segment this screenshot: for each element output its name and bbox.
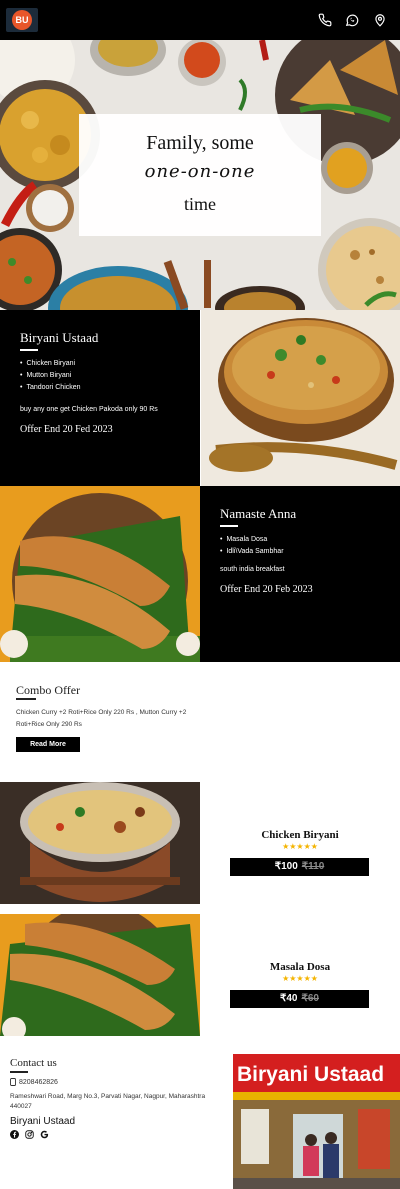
offer-biryani-ustaad: Biryani Ustaad Chicken Biryani Mutton Bi… bbox=[0, 310, 200, 486]
hero-line-2: one-on-one bbox=[144, 161, 256, 182]
hero-tagline-card: Family, some one-on-one time bbox=[79, 114, 321, 236]
phone-row[interactable]: 8208462826 bbox=[10, 1078, 58, 1086]
storefront-photo: Biryani Ustaad bbox=[233, 1054, 400, 1189]
list-item: Tandoori Chicken bbox=[20, 382, 80, 394]
instagram-icon[interactable] bbox=[25, 1130, 34, 1139]
brand-name: Biryani Ustaad bbox=[10, 1116, 76, 1127]
combo-description: Chicken Curry +2 Roti+Rice Only 220 Rs ,… bbox=[16, 709, 187, 728]
offer-divider bbox=[20, 349, 38, 351]
phone-icon[interactable] bbox=[318, 13, 332, 27]
logo[interactable]: BU bbox=[6, 8, 38, 32]
phone-number[interactable]: 8208462826 bbox=[19, 1079, 58, 1086]
old-price: ₹60 bbox=[301, 993, 320, 1004]
price-bar: ₹100 ₹110 bbox=[230, 858, 369, 876]
facebook-icon[interactable] bbox=[10, 1130, 19, 1139]
contact-divider bbox=[10, 1071, 28, 1073]
product-name: Chicken Biryani bbox=[261, 829, 339, 841]
offer-item-list: Masala Dosa Idli\Vada Sambhar bbox=[220, 534, 284, 558]
offer-title: Biryani Ustaad bbox=[20, 330, 99, 345]
read-more-button[interactable]: Read More bbox=[16, 737, 80, 752]
offer-item-list: Chicken Biryani Mutton Biryani Tandoori … bbox=[20, 358, 81, 394]
offer-title: Namaste Anna bbox=[220, 506, 297, 521]
combo-title: Combo Offer bbox=[16, 683, 81, 697]
rating-stars: ★★★★★ bbox=[282, 974, 318, 983]
logo-mark: BU bbox=[12, 10, 32, 30]
offer-divider bbox=[220, 525, 238, 527]
price: ₹100 bbox=[274, 861, 298, 872]
contact-title: Contact us bbox=[10, 1057, 57, 1069]
hero-line-1: Family, some bbox=[146, 132, 254, 154]
offer-namaste-anna: Namaste Anna Masala Dosa Idli\Vada Sambh… bbox=[200, 486, 400, 662]
list-item: Idli\Vada Sambhar bbox=[220, 546, 283, 558]
offer-description: buy any one get Chicken Pakoda only 90 R… bbox=[20, 406, 158, 413]
list-item: Chicken Biryani bbox=[20, 358, 81, 370]
mobile-icon bbox=[10, 1078, 16, 1086]
price: ₹40 bbox=[280, 993, 298, 1004]
offer-end-date: Offer End 20 Feb 2023 bbox=[220, 584, 313, 595]
combo-divider bbox=[16, 698, 36, 700]
google-icon[interactable] bbox=[40, 1130, 49, 1139]
list-item: Masala Dosa bbox=[220, 534, 284, 546]
biryani-photo bbox=[201, 310, 400, 486]
social-links bbox=[10, 1130, 49, 1139]
dosa-photo bbox=[0, 486, 200, 662]
list-item: Mutton Biryani bbox=[20, 370, 81, 382]
masala-dosa-photo[interactable] bbox=[0, 914, 200, 1036]
hero-line-3: time bbox=[184, 194, 216, 214]
whatsapp-icon[interactable] bbox=[345, 13, 359, 27]
price-bar: ₹40 ₹60 bbox=[230, 990, 369, 1008]
hero-banner: Family, some one-on-one time bbox=[0, 40, 400, 310]
old-price: ₹110 bbox=[301, 861, 325, 872]
rating-stars: ★★★★★ bbox=[282, 842, 318, 851]
storefront-sign: Biryani Ustaad bbox=[237, 1063, 384, 1086]
chicken-biryani-photo[interactable] bbox=[0, 782, 200, 904]
location-pin-icon[interactable] bbox=[373, 13, 387, 27]
product-name: Masala Dosa bbox=[269, 961, 331, 973]
site-header: BU bbox=[0, 0, 400, 40]
address: Rameshwari Road, Marg No.3, Parvati Naga… bbox=[10, 1093, 206, 1110]
offer-end-date: Offer End 20 Fed 2023 bbox=[20, 424, 113, 435]
offer-description: south india breakfast bbox=[220, 566, 285, 573]
